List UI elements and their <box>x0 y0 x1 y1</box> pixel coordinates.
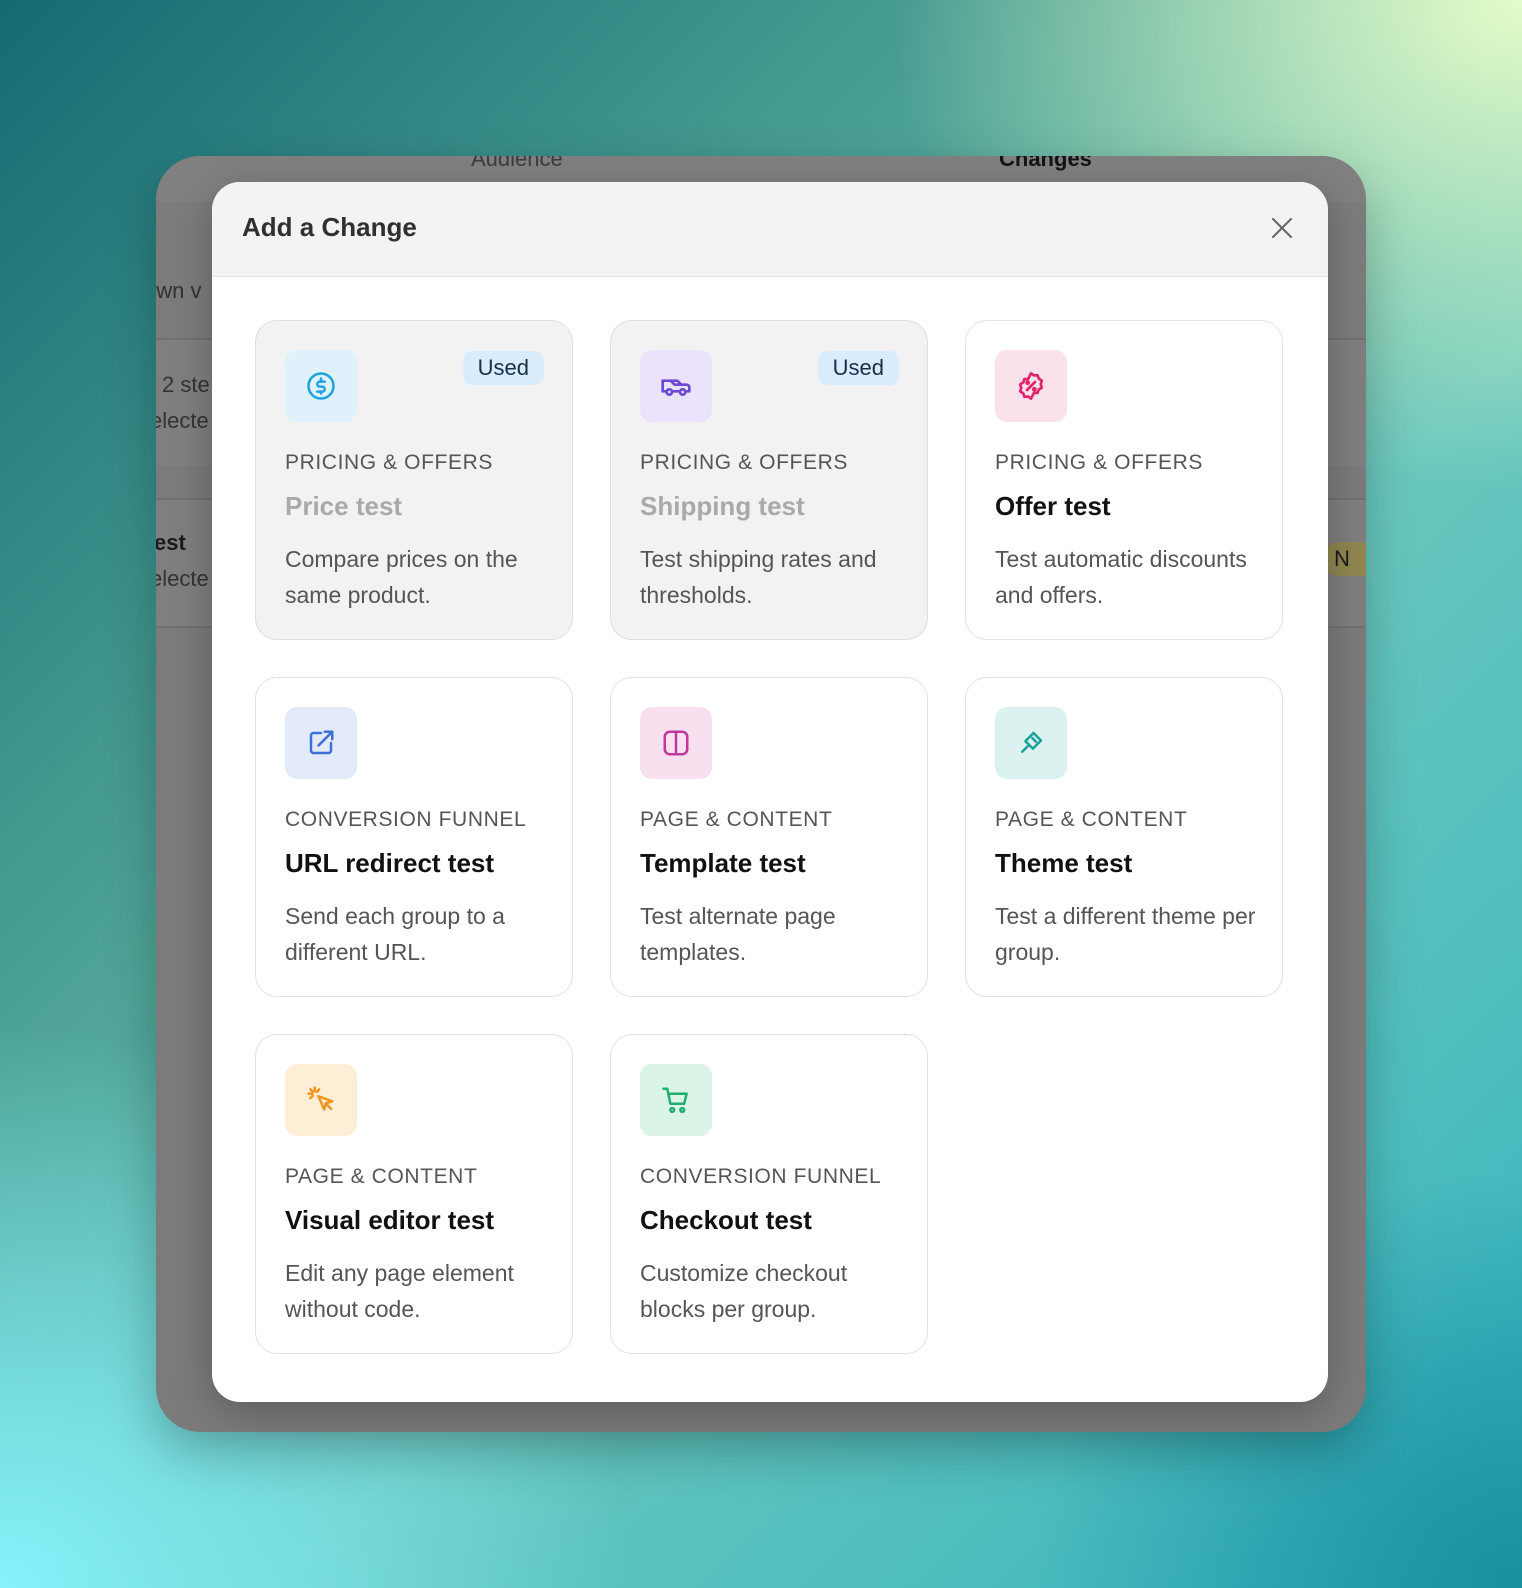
card-title: URL redirect test <box>285 848 495 878</box>
change-card-template-test[interactable]: PAGE & CONTENT Template test Test altern… <box>610 677 928 997</box>
card-description: Test shipping rates and thresholds. <box>640 546 877 608</box>
close-button[interactable] <box>1264 210 1300 246</box>
card-title: Template test <box>640 848 806 878</box>
card-description: Compare prices on the same product. <box>285 546 518 608</box>
card-title: Theme test <box>995 848 1133 878</box>
background-text: own v <box>156 278 202 303</box>
modal-header: Add a Change <box>212 182 1328 277</box>
change-card-checkout-test[interactable]: CONVERSION FUNNEL Checkout test Customiz… <box>610 1034 928 1354</box>
background-text: electe <box>156 566 209 591</box>
change-type-grid: Used PRICING & OFFERS Price test Compare… <box>255 320 1283 1354</box>
card-icon-box <box>995 707 1067 779</box>
card-category: PAGE & CONTENT <box>640 808 833 831</box>
change-card-shipping-test[interactable]: Used PRICING & OFFERS Shipping test Test… <box>610 320 928 640</box>
card-description: Test a different theme per group. <box>995 903 1256 965</box>
card-icon-box <box>640 1064 712 1136</box>
change-card-visual-editor-test[interactable]: PAGE & CONTENT Visual editor test Edit a… <box>255 1034 573 1354</box>
card-description: Test alternate page templates. <box>640 903 836 965</box>
background-status-badge: N <box>1322 542 1366 576</box>
card-category: PRICING & OFFERS <box>285 451 493 474</box>
discount-badge-icon <box>1018 372 1044 400</box>
background-tab-audience: Audience <box>471 156 563 171</box>
change-card-theme-test[interactable]: PAGE & CONTENT Theme test Test a differe… <box>965 677 1283 997</box>
card-category: CONVERSION FUNNEL <box>640 1165 882 1188</box>
change-card-offer-test[interactable]: PRICING & OFFERS Offer test Test automat… <box>965 320 1283 640</box>
change-card-price-test[interactable]: Used PRICING & OFFERS Price test Compare… <box>255 320 573 640</box>
add-change-modal: Add a Change Used PRICING & OFFERS Price… <box>212 182 1328 1402</box>
card-category: CONVERSION FUNNEL <box>285 808 527 831</box>
dollar-circle-icon <box>307 372 335 400</box>
card-icon-box <box>640 707 712 779</box>
card-category: PRICING & OFFERS <box>640 451 848 474</box>
layout-columns-icon <box>663 730 689 756</box>
used-badge: Used <box>462 351 544 385</box>
background-text: electe <box>156 408 209 433</box>
card-title: Offer test <box>995 491 1111 521</box>
truck-icon <box>661 379 691 396</box>
external-link-icon <box>309 730 334 755</box>
close-icon <box>1271 217 1293 239</box>
card-icon-box <box>285 707 357 779</box>
card-category: PAGE & CONTENT <box>285 1165 478 1188</box>
background-text: est <box>156 530 186 555</box>
card-icon-box <box>995 350 1067 422</box>
background-tab-changes: Changes <box>999 156 1092 171</box>
card-category: PAGE & CONTENT <box>995 808 1188 831</box>
card-title: Checkout test <box>640 1205 812 1235</box>
card-description: Send each group to a different URL. <box>285 903 505 965</box>
card-title: Price test <box>285 491 403 521</box>
card-icon-box <box>285 1064 357 1136</box>
card-description: Edit any page element without code. <box>285 1260 514 1322</box>
background-text: 2 ste <box>162 372 210 397</box>
card-icon-box <box>285 350 357 422</box>
card-description: Test automatic discounts and offers. <box>995 546 1247 608</box>
cursor-click-icon <box>307 1086 334 1111</box>
card-title: Visual editor test <box>285 1205 495 1235</box>
used-badge: Used <box>817 351 899 385</box>
card-description: Customize checkout blocks per group. <box>640 1260 848 1322</box>
shopping-cart-icon <box>662 1087 688 1114</box>
card-icon-box <box>640 350 712 422</box>
paintbrush-icon <box>1021 731 1043 753</box>
change-card-url-redirect-test[interactable]: CONVERSION FUNNEL URL redirect test Send… <box>255 677 573 997</box>
card-category: PRICING & OFFERS <box>995 451 1203 474</box>
modal-title: Add a Change <box>242 212 417 242</box>
card-title: Shipping test <box>640 491 805 521</box>
